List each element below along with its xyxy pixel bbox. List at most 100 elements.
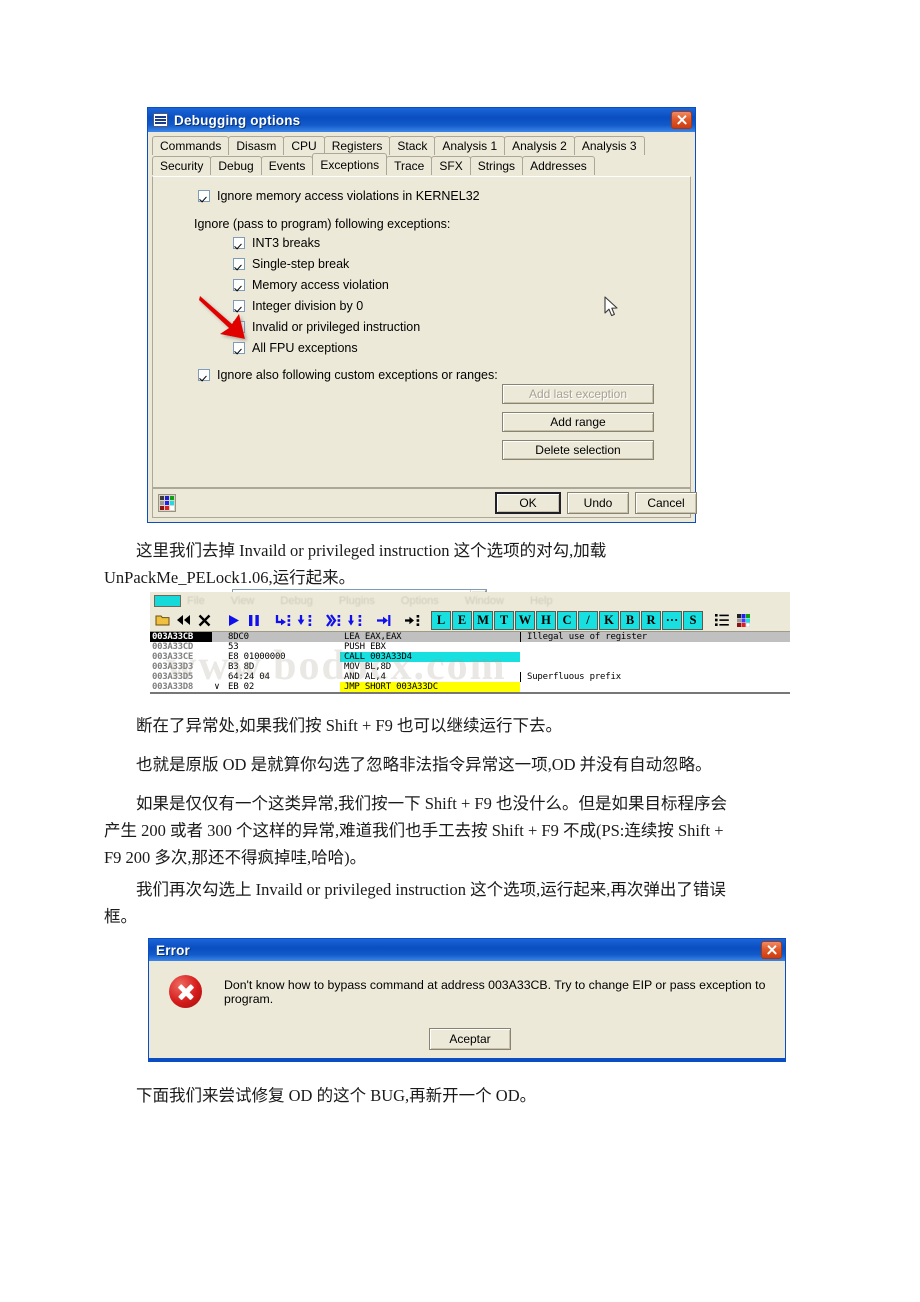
add-last-exception-button[interactable]: Add last exception xyxy=(502,384,654,404)
paragraph-4: 如果是仅仅有一个这类异常,我们按一下 Shift + F9 也没什么。但是如果目… xyxy=(104,790,830,871)
toolbar-button-breakpoints[interactable]: B xyxy=(620,610,640,630)
execute-till-return-icon[interactable] xyxy=(373,610,393,630)
row-address: 003A33D3 xyxy=(152,662,193,672)
menu-item-help[interactable]: Help xyxy=(530,595,553,607)
add-range-button[interactable]: Add range xyxy=(502,412,654,432)
menu-item-debug[interactable]: Debug xyxy=(280,595,312,607)
dialog-titlebar[interactable]: Debugging options xyxy=(148,108,695,132)
toolbar-button-handles[interactable]: H xyxy=(536,610,556,630)
tab-analysis-1[interactable]: Analysis 1 xyxy=(434,136,506,155)
toolbar-button-executable-modules[interactable]: E xyxy=(452,610,472,630)
toolbar-button-log[interactable]: L xyxy=(431,610,451,630)
toolbar-button-call-stack[interactable]: K xyxy=(599,610,619,630)
checkbox-label: Ignore also following custom exceptions … xyxy=(217,368,498,382)
color-palette-icon[interactable] xyxy=(158,494,176,512)
checkbox-int3-breaks[interactable]: INT3 breaks xyxy=(233,236,690,250)
ollydbg-disassembly-panel[interactable]: www.bodocx.com 003A33CB 8DC0 LEA EAX,EAX… xyxy=(150,632,790,692)
row-hexdump: B3 8D xyxy=(228,662,255,672)
row-hexdump: EB 02 xyxy=(228,682,255,692)
toolbar-button-threads[interactable]: T xyxy=(494,610,514,630)
toolbar-button-references[interactable]: R xyxy=(641,610,661,630)
error-dialog-title: Error xyxy=(156,942,191,958)
checkbox-memory-access-violation[interactable]: Memory access violation xyxy=(233,278,690,292)
ok-button[interactable]: Aceptar xyxy=(429,1028,511,1050)
tab-debug[interactable]: Debug xyxy=(210,156,262,175)
menu-item-plugins[interactable]: Plugins xyxy=(339,595,375,607)
tab-stack[interactable]: Stack xyxy=(389,136,436,155)
tab-trace[interactable]: Trace xyxy=(386,156,433,175)
paragraph-6-text: 下面我们来尝试修复 OD 的这个 BUG,再新开一个 OD。 xyxy=(136,1086,537,1105)
table-row[interactable]: 003A33D5 64:24 04 AND AL,4 Superfluous p… xyxy=(150,672,790,682)
open-folder-icon[interactable] xyxy=(152,610,172,630)
paragraph-4-line-1: 如果是仅仅有一个这类异常,我们按一下 Shift + F9 也没什么。但是如果目… xyxy=(136,794,727,813)
paragraph-1: 这里我们去掉 Invaild or privileged instruction… xyxy=(104,537,830,591)
checkbox-box[interactable] xyxy=(198,369,210,381)
checkbox-box[interactable] xyxy=(233,258,245,270)
animate-over-icon[interactable] xyxy=(344,610,364,630)
tab-analysis-2[interactable]: Analysis 2 xyxy=(504,136,575,155)
checkbox-all-fpu-exceptions[interactable]: All FPU exceptions xyxy=(233,341,690,355)
row-hexdump: E8 01000000 xyxy=(228,652,286,662)
checkbox-integer-division-by-0[interactable]: Integer division by 0 xyxy=(233,299,690,313)
checkbox-ignore-kernel32[interactable]: Ignore memory access violations in KERNE… xyxy=(198,189,690,203)
close-program-icon[interactable] xyxy=(194,610,214,630)
tab-events[interactable]: Events xyxy=(260,156,314,175)
paragraph-2-text: 断在了异常处,如果我们按 Shift + F9 也可以继续运行下去。 xyxy=(136,716,562,735)
toolbar-button-windows[interactable]: W xyxy=(515,610,535,630)
color-palette-icon[interactable] xyxy=(733,610,753,630)
toolbar-button-source[interactable]: S xyxy=(683,610,703,630)
step-into-icon[interactable] xyxy=(273,610,293,630)
table-row[interactable]: 003A33CE E8 01000000 CALL 003A33D4 xyxy=(150,652,790,662)
table-row[interactable]: 003A33D8 ∨ EB 02 JMP SHORT 003A33DC xyxy=(150,682,790,692)
options-list-icon[interactable] xyxy=(712,610,732,630)
checkbox-box[interactable] xyxy=(198,190,210,202)
checkbox-box[interactable] xyxy=(233,237,245,249)
row-mnemonic: AND AL,4 xyxy=(344,672,386,682)
undo-button[interactable]: Undo xyxy=(567,492,629,514)
error-dialog-titlebar[interactable]: Error xyxy=(149,939,785,961)
close-icon[interactable] xyxy=(671,111,692,129)
row-mnemonic: PUSH EBX xyxy=(344,642,386,652)
menu-item-file[interactable]: File xyxy=(187,595,205,607)
tab-security[interactable]: Security xyxy=(152,156,212,175)
close-icon[interactable] xyxy=(761,941,782,959)
checkbox-box[interactable] xyxy=(233,279,245,291)
tab-sfx[interactable]: SFX xyxy=(431,156,471,175)
table-row[interactable]: 003A33CD 53 PUSH EBX xyxy=(150,642,790,652)
menu-item-window[interactable]: Window xyxy=(465,595,504,607)
tab-row-1: Commands Disasm CPU Registers Stack Anal… xyxy=(152,136,692,155)
table-row[interactable]: 003A33D3 B3 8D MOV BL,8D xyxy=(150,662,790,672)
tab-addresses[interactable]: Addresses xyxy=(522,156,595,175)
ok-button[interactable]: OK xyxy=(495,492,561,514)
toolbar-button-memory[interactable]: M xyxy=(473,610,493,630)
menu-item-options[interactable]: Options xyxy=(401,595,439,607)
dialog-title: Debugging options xyxy=(174,112,301,128)
tab-disasm[interactable]: Disasm xyxy=(228,136,285,155)
dialog-footer: OK Undo Cancel xyxy=(152,488,697,518)
cancel-button[interactable]: Cancel xyxy=(635,492,697,514)
menu-item-view[interactable]: View xyxy=(231,595,255,607)
pause-icon[interactable] xyxy=(244,610,264,630)
tab-commands[interactable]: Commands xyxy=(152,136,230,155)
tab-analysis-3[interactable]: Analysis 3 xyxy=(573,136,645,155)
step-over-icon[interactable] xyxy=(294,610,314,630)
checkbox-label: Ignore memory access violations in KERNE… xyxy=(217,189,480,203)
toolbar-button-cpu[interactable]: C xyxy=(557,610,577,630)
tab-strings[interactable]: Strings xyxy=(469,156,524,175)
toolbar-button-patches[interactable]: / xyxy=(578,610,598,630)
checkbox-ignore-custom-ranges[interactable]: Ignore also following custom exceptions … xyxy=(198,368,690,382)
run-icon[interactable] xyxy=(223,610,243,630)
toolbar-separator xyxy=(315,611,322,630)
exception-checkbox-group: INT3 breaks Single-step break Memory acc… xyxy=(233,236,690,355)
delete-selection-button[interactable]: Delete selection xyxy=(502,440,654,460)
toolbar-button-run-trace[interactable]: ··· xyxy=(662,610,682,630)
restart-icon[interactable] xyxy=(173,610,193,630)
animate-into-icon[interactable] xyxy=(323,610,343,630)
paragraph-5-line-2: 框。 xyxy=(104,907,137,926)
table-row[interactable]: 003A33CB 8DC0 LEA EAX,EAX Illegal use of… xyxy=(150,632,790,642)
row-mnemonic: CALL 003A33D4 xyxy=(340,652,520,662)
tab-exceptions[interactable]: Exceptions xyxy=(312,153,388,175)
checkbox-single-step-break[interactable]: Single-step break xyxy=(233,257,690,271)
checkbox-invalid-or-privileged-instruction[interactable]: Invalid or privileged instruction xyxy=(233,320,690,334)
trace-into-icon[interactable] xyxy=(402,610,422,630)
